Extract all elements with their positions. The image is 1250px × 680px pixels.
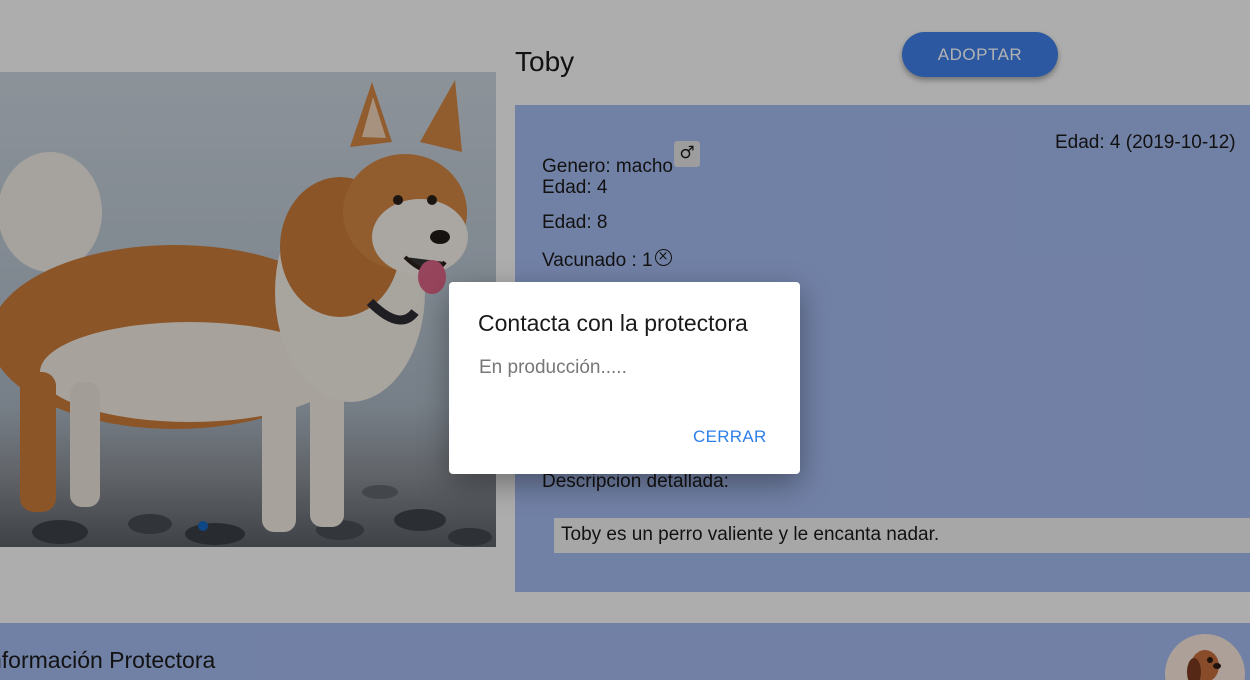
dialog-message: En producción.....	[479, 357, 627, 378]
dialog-title: Contacta con la protectora	[478, 310, 748, 336]
contact-dialog: Contacta con la protectora En producción…	[449, 282, 800, 474]
close-button[interactable]: CERRAR	[685, 425, 775, 449]
